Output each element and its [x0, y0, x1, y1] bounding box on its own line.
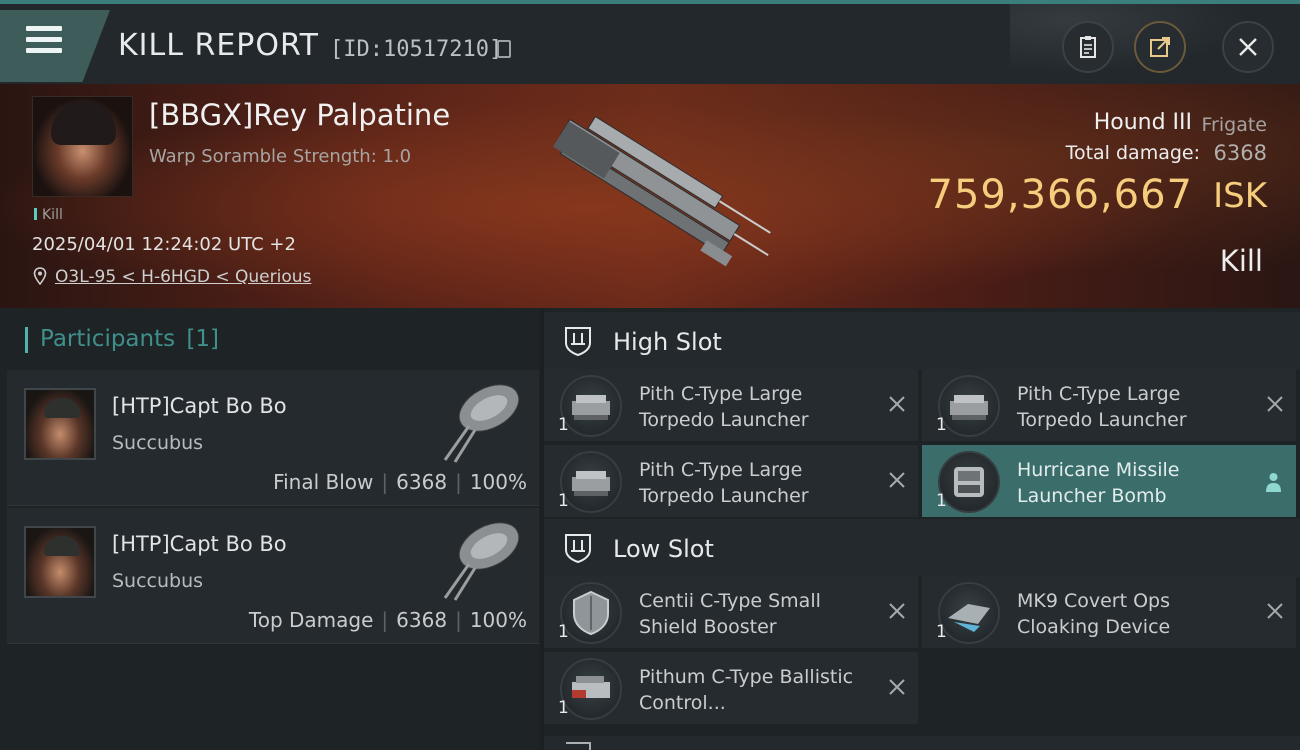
high-slot-label: High Slot — [613, 328, 722, 356]
module-name: Pith C-Type Large Torpedo Launcher — [639, 459, 809, 507]
high-slot-header: High Slot — [544, 312, 1300, 370]
victim-name[interactable]: [BBGX]Rey Palpatine — [149, 98, 450, 132]
menu-icon[interactable] — [26, 26, 62, 60]
participant-role: Top Damage — [248, 608, 374, 632]
isk-unit: ISK — [1213, 176, 1267, 216]
module-quantity: 1 — [558, 415, 569, 435]
kill-tag: Kill — [34, 207, 63, 223]
participant-avatar[interactable] — [24, 526, 96, 598]
module-quantity: 1 — [936, 622, 947, 642]
participant-stats: Top Damage | 6368 | 100% — [248, 608, 527, 632]
total-damage-label: Total damage: — [1065, 142, 1200, 164]
torpedo-launcher-icon — [560, 375, 622, 437]
participant-damage: 6368 — [396, 608, 448, 632]
low-slot-icon — [565, 534, 591, 564]
low-slot-label: Low Slot — [613, 535, 714, 563]
isk-value: 759,366,667 — [927, 172, 1193, 218]
victim-banner: [BBGX]Rey Palpatine Warp Soramble Streng… — [0, 84, 1300, 308]
module-item[interactable]: 1 MK9 Covert Ops Cloaking Device — [922, 576, 1296, 648]
participants-title-label: Participants — [40, 326, 176, 352]
participant-ship-image[interactable] — [433, 374, 529, 466]
participant-avatar[interactable] — [24, 388, 96, 460]
participant-ship: Succubus — [112, 432, 204, 454]
cloaking-device-icon — [938, 582, 1000, 644]
destroyed-x-icon — [1267, 603, 1283, 619]
kill-timestamp: 2025/04/01 12:24:02 UTC +2 — [32, 234, 296, 255]
missile-launcher-bomb-icon — [938, 451, 1000, 513]
module-name: Centii C-Type Small Shield Booster — [639, 590, 821, 638]
module-item[interactable]: 1 Pithum C-Type Ballistic Control... — [544, 652, 918, 724]
participants-panel: Participants [1] [HTP]Capt Bo Bo Succubu… — [0, 308, 540, 750]
participant-card[interactable]: [HTP]Capt Bo Bo Succubus Final Blow | 6368… — [7, 370, 539, 506]
destroyed-x-icon — [889, 472, 905, 488]
module-name: Pithum C-Type Ballistic Control... — [639, 666, 854, 714]
module-quantity: 1 — [558, 622, 569, 642]
victim-portrait[interactable] — [32, 96, 133, 197]
ballistic-control-icon — [560, 658, 622, 720]
copy-icon[interactable] — [497, 40, 511, 58]
destroyed-x-icon — [889, 603, 905, 619]
share-icon — [1150, 37, 1170, 57]
warp-scramble-strength: Warp Soramble Strength: 1.0 — [149, 146, 412, 167]
module-item[interactable]: 1 Hurricane Missile Launcher Bomb — [922, 445, 1296, 517]
module-item[interactable]: 1 Pith C-Type Large Torpedo Launcher — [922, 369, 1296, 441]
location-pin-icon — [33, 267, 47, 285]
destroyed-x-icon — [889, 679, 905, 695]
participant-ship-image[interactable] — [433, 512, 529, 604]
participant-role: Final Blow — [273, 470, 374, 494]
mid-slot-icon — [566, 742, 591, 750]
module-name: Hurricane Missile Launcher Bomb — [1017, 459, 1180, 507]
torpedo-launcher-icon — [938, 375, 1000, 437]
module-quantity: 1 — [558, 698, 569, 718]
module-item[interactable]: 1 Pith C-Type Large Torpedo Launcher — [544, 445, 918, 517]
module-item[interactable]: 1 Centii C-Type Small Shield Booster — [544, 576, 918, 648]
module-item[interactable]: 1 Pith C-Type Large Torpedo Launcher — [544, 369, 918, 441]
clipboard-icon — [1080, 36, 1096, 58]
participant-percent: 100% — [469, 608, 527, 632]
kill-location-link[interactable]: O3L-95 < H-6HGD < Querious — [55, 267, 311, 287]
participant-name[interactable]: [HTP]Capt Bo Bo — [112, 532, 287, 556]
participants-title: Participants [1] — [24, 326, 220, 353]
participant-name[interactable]: [HTP]Capt Bo Bo — [112, 394, 287, 418]
page-title: KILL REPORT — [118, 28, 319, 63]
shield-booster-icon — [560, 582, 622, 644]
module-quantity: 1 — [936, 491, 947, 511]
kill-result: Kill — [1219, 244, 1263, 278]
dropped-person-icon — [1266, 473, 1281, 492]
victim-ship-image[interactable] — [520, 104, 780, 294]
torpedo-launcher-icon — [560, 451, 622, 513]
participant-damage: 6368 — [396, 470, 448, 494]
total-damage-value: 6368 — [1213, 141, 1267, 165]
high-slot-icon — [565, 327, 591, 357]
participant-ship: Succubus — [112, 570, 204, 592]
fitting-panel: High Slot 1 Pith C-Type Large Torpedo La… — [544, 308, 1300, 750]
header-bar: KILL REPORT [ID:10517210] — [0, 0, 1300, 88]
share-button[interactable] — [1134, 21, 1186, 73]
close-button[interactable] — [1222, 21, 1274, 73]
participant-card[interactable]: [HTP]Capt Bo Bo Succubus Top Damage | 6368… — [7, 508, 539, 644]
participants-count: [1] — [186, 326, 220, 352]
destroyed-x-icon — [1267, 396, 1283, 412]
clipboard-button[interactable] — [1062, 21, 1114, 73]
report-id: [ID:10517210] — [330, 37, 503, 62]
destroyed-x-icon — [889, 396, 905, 412]
module-quantity: 1 — [936, 415, 947, 435]
mid-slot-header-partial — [544, 736, 1300, 750]
victim-ship-name[interactable]: Hound III — [1094, 110, 1192, 135]
participant-stats: Final Blow | 6368 | 100% — [273, 470, 527, 494]
low-slot-header: Low Slot — [544, 519, 1300, 577]
module-name: Pith C-Type Large Torpedo Launcher — [639, 383, 809, 431]
module-name: MK9 Covert Ops Cloaking Device — [1017, 590, 1171, 638]
module-name: Pith C-Type Large Torpedo Launcher — [1017, 383, 1187, 431]
victim-ship-class: Frigate — [1201, 114, 1267, 136]
close-icon — [1239, 38, 1257, 56]
participant-percent: 100% — [469, 470, 527, 494]
module-quantity: 1 — [558, 491, 569, 511]
